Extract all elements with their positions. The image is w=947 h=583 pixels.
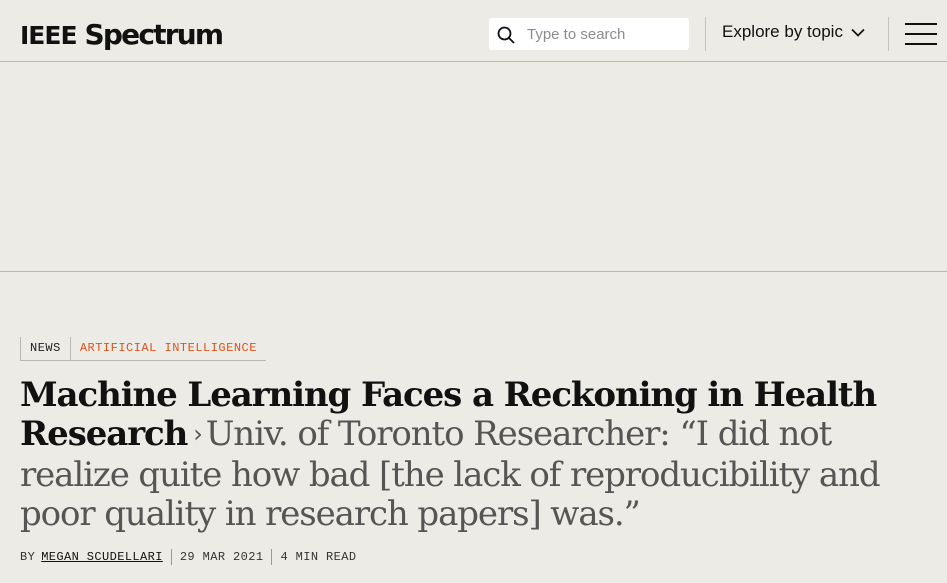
site-header: IEEE Spectrum Explore by topic <box>0 0 947 62</box>
hamburger-menu-icon[interactable] <box>905 23 937 45</box>
chevron-right-icon: › <box>193 419 203 448</box>
byline-divider <box>170 549 172 565</box>
logo-ieee-text: IEEE <box>20 21 78 50</box>
article-byline: BY MEGAN SCUDELLARI 29 MAR 2021 4 MIN RE… <box>20 549 356 565</box>
header-divider <box>888 17 889 51</box>
search-box[interactable] <box>489 18 689 50</box>
author-link[interactable]: MEGAN SCUDELLARI <box>41 550 163 564</box>
explore-by-topic-button[interactable]: Explore by topic <box>722 22 865 42</box>
article-headline: Machine Learning Faces a Reckoning in He… <box>20 376 935 533</box>
site-logo[interactable]: IEEE Spectrum <box>20 18 224 51</box>
explore-label: Explore by topic <box>722 22 843 41</box>
search-icon <box>497 26 515 44</box>
ad-placeholder <box>0 62 947 272</box>
tag-news[interactable]: NEWS <box>20 337 70 361</box>
byline-prefix: BY <box>20 550 36 564</box>
tag-artificial-intelligence[interactable]: ARTIFICIAL INTELLIGENCE <box>69 337 266 361</box>
search-input[interactable] <box>527 18 677 50</box>
publish-date: 29 MAR 2021 <box>179 550 264 564</box>
logo-spectrum-text: Spectrum <box>84 18 224 51</box>
header-divider <box>705 17 706 51</box>
chevron-down-icon <box>851 28 865 37</box>
read-time: 4 MIN READ <box>280 550 357 564</box>
byline-divider <box>271 549 273 565</box>
article-tags: NEWS ARTIFICIAL INTELLIGENCE <box>20 337 266 361</box>
